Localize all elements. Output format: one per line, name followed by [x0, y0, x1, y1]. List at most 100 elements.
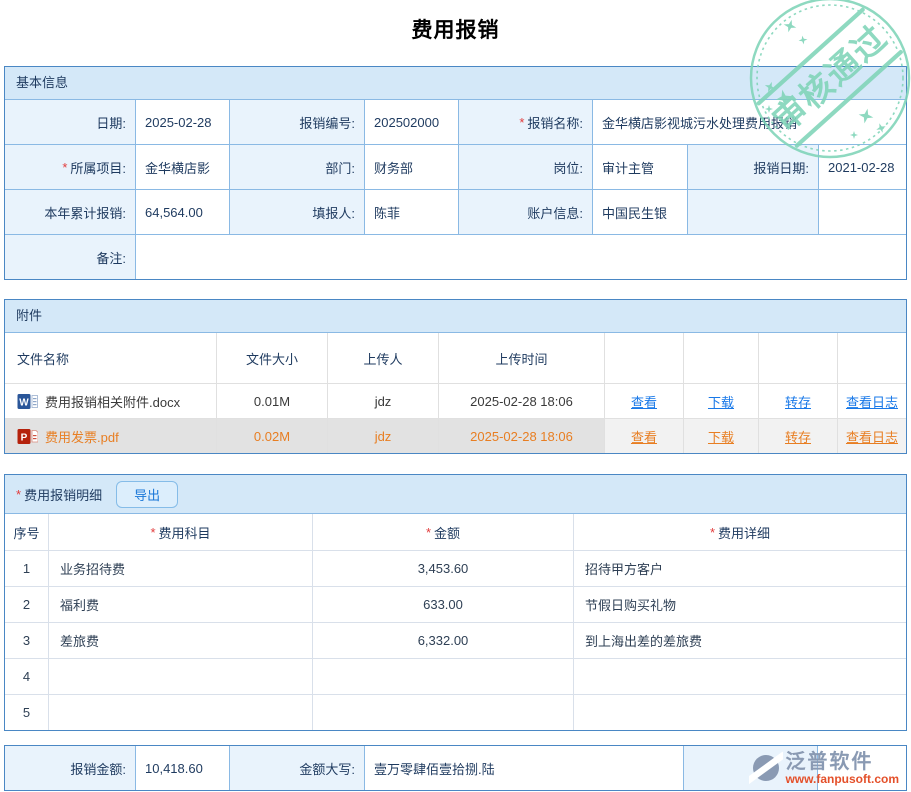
- detail-row-amount: 6,332.00: [313, 623, 573, 658]
- view-log-link[interactable]: 查看日志: [846, 427, 898, 446]
- basic-info-section-title: 基本信息: [5, 67, 906, 100]
- reimb-name-label: *报销名称:: [459, 100, 592, 144]
- reimb-date-label: 报销日期:: [688, 145, 818, 189]
- details-header-subject: *费用科目: [49, 514, 312, 550]
- expense-details-section-title: 费用报销明细: [24, 485, 102, 504]
- attachments-header-uploader: 上传人: [328, 333, 438, 383]
- filler-value: 陈菲: [365, 190, 458, 234]
- expense-reimbursement-page: 审核通过 费用报销 基本信息 日期: 2025-02-28 报销编号: 2025…: [0, 0, 911, 792]
- detail-row-subject: [49, 695, 312, 730]
- attachment-row-filename[interactable]: P 费用发票.pdf: [5, 419, 216, 453]
- total-amount-label: 报销金额:: [5, 746, 135, 790]
- position-value: 审计主管: [593, 145, 687, 189]
- view-link[interactable]: 查看: [631, 392, 657, 411]
- expense-details-toolbar: * 费用报销明细 导出: [5, 475, 906, 514]
- expense-details-panel: * 费用报销明细 导出 序号 *费用科目 *金额 *费用详细 1 业务招待费 3…: [4, 474, 907, 731]
- detail-row-amount: 3,453.60: [313, 551, 573, 586]
- attachments-header-name: 文件名称: [5, 333, 216, 383]
- fanpu-logo-icon: [749, 750, 783, 786]
- details-header-no: 序号: [5, 514, 48, 550]
- account-value: 中国民生银: [593, 190, 687, 234]
- detail-row-detail: [574, 659, 906, 694]
- year-total-value: 64,564.00: [136, 190, 229, 234]
- attachments-header-time: 上传时间: [439, 333, 604, 383]
- position-label: 岗位:: [459, 145, 592, 189]
- view-log-link[interactable]: 查看日志: [846, 392, 898, 411]
- detail-row-detail: 招待甲方客户: [574, 551, 906, 586]
- total-amount-value: 10,418.60: [136, 746, 229, 790]
- summary-bar: 报销金额: 10,418.60 金额大写: 壹万零肆佰壹拾捌.陆 泛普软件 ww…: [4, 745, 907, 791]
- details-header-amount: *金额: [313, 514, 573, 550]
- detail-row-detail: 到上海出差的差旅费: [574, 623, 906, 658]
- attachments-header-action-spacer: [605, 333, 683, 383]
- amount-in-words-value: 壹万零肆佰壹拾捌.陆: [365, 746, 683, 790]
- attachment-action-cell: 查看日志: [838, 419, 906, 453]
- empty-label-cell: [688, 190, 818, 234]
- doc-no-label: 报销编号:: [230, 100, 364, 144]
- detail-row-subject: 福利费: [49, 587, 312, 622]
- expense-details-table: 序号 *费用科目 *金额 *费用详细 1 业务招待费 3,453.60 招待甲方…: [5, 514, 906, 730]
- detail-row-amount: [313, 695, 573, 730]
- attachment-row-time: 2025-02-28 18:06: [439, 419, 604, 453]
- attachment-action-cell: 查看: [605, 384, 683, 418]
- detail-row-no: 1: [5, 551, 48, 586]
- date-label: 日期:: [5, 100, 135, 144]
- attachments-header-action-spacer: [684, 333, 758, 383]
- detail-row-detail: 节假日购买礼物: [574, 587, 906, 622]
- details-header-detail: *费用详细: [574, 514, 906, 550]
- reimb-name-value: 金华横店影视城污水处理费用报销: [593, 100, 906, 144]
- basic-info-panel: 基本信息 日期: 2025-02-28 报销编号: 202502000 *报销名…: [4, 66, 907, 280]
- word-file-icon: W: [17, 393, 38, 410]
- reimb-date-value: 2021-02-28: [819, 145, 906, 189]
- attachment-row-uploader: jdz: [328, 384, 438, 418]
- date-value: 2025-02-28: [136, 100, 229, 144]
- detail-row-subject: 业务招待费: [49, 551, 312, 586]
- attachment-action-cell: 下载: [684, 419, 758, 453]
- attachment-action-cell: 下载: [684, 384, 758, 418]
- download-link[interactable]: 下载: [708, 392, 734, 411]
- detail-row-no: 5: [5, 695, 48, 730]
- detail-row-subject: [49, 659, 312, 694]
- attachments-table: 文件名称 文件大小 上传人 上传时间 W 费用报销相关附件.docx 0: [5, 333, 906, 453]
- export-button[interactable]: 导出: [116, 481, 178, 508]
- fanpu-logo: 泛普软件 www.fanpusoft.com: [749, 750, 899, 786]
- detail-row-detail: [574, 695, 906, 730]
- department-label: 部门:: [230, 145, 364, 189]
- year-total-label: 本年累计报销:: [5, 190, 135, 234]
- attachment-row-filename[interactable]: W 费用报销相关附件.docx: [5, 384, 216, 418]
- required-marker: *: [62, 160, 67, 175]
- attachments-header-action-spacer: [759, 333, 837, 383]
- attachment-row-size: 0.02M: [217, 419, 327, 453]
- view-link[interactable]: 查看: [631, 427, 657, 446]
- save-as-link[interactable]: 转存: [785, 427, 811, 446]
- attachments-section-title: 附件: [5, 300, 906, 333]
- project-label: *所属项目:: [5, 145, 135, 189]
- required-marker: *: [426, 525, 431, 540]
- required-marker: *: [710, 525, 715, 540]
- detail-row-amount: 633.00: [313, 587, 573, 622]
- save-as-link[interactable]: 转存: [785, 392, 811, 411]
- account-label: 账户信息:: [459, 190, 592, 234]
- detail-row-subject: 差旅费: [49, 623, 312, 658]
- attachment-action-cell: 查看日志: [838, 384, 906, 418]
- doc-no-value: 202502000: [365, 100, 458, 144]
- attachment-row-time: 2025-02-28 18:06: [439, 384, 604, 418]
- basic-info-grid: 日期: 2025-02-28 报销编号: 202502000 *报销名称: 金华…: [5, 100, 906, 279]
- pdf-file-icon: P: [17, 428, 38, 445]
- download-link[interactable]: 下载: [708, 427, 734, 446]
- attachment-action-cell: 转存: [759, 419, 837, 453]
- attachment-action-cell: 查看: [605, 419, 683, 453]
- remark-value: [136, 235, 906, 279]
- project-value: 金华横店影: [136, 145, 229, 189]
- detail-row-no: 3: [5, 623, 48, 658]
- filler-label: 填报人:: [230, 190, 364, 234]
- detail-row-no: 4: [5, 659, 48, 694]
- attachments-panel: 附件 文件名称 文件大小 上传人 上传时间 W 费用报销相关附: [4, 299, 907, 454]
- required-marker: *: [519, 115, 524, 130]
- required-marker: *: [150, 525, 155, 540]
- fanpu-logo-name: 泛普软件: [785, 752, 899, 772]
- required-marker: *: [16, 487, 21, 502]
- fanpu-logo-url: www.fanpusoft.com: [785, 773, 899, 785]
- detail-row-amount: [313, 659, 573, 694]
- svg-text:P: P: [21, 432, 28, 443]
